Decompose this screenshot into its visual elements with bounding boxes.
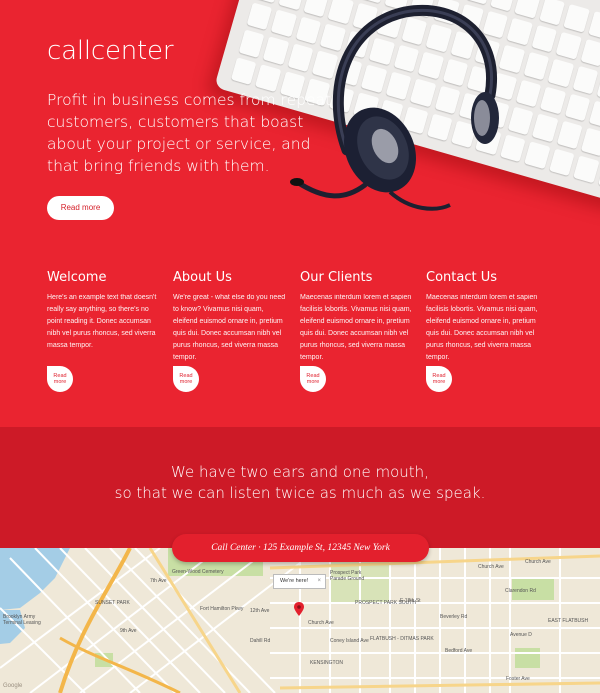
feature-welcome: Welcome Here's an example text that does… xyxy=(47,270,162,352)
map-label: 9th Ave xyxy=(120,628,137,634)
feature-title: Contact Us xyxy=(426,270,497,285)
map-label: E 18th St xyxy=(400,598,421,604)
address-banner: Call Center · 125 Example St, 12345 New … xyxy=(172,534,429,562)
site-logo[interactable]: callcenter xyxy=(47,36,174,66)
map-attribution[interactable]: Google xyxy=(3,683,22,689)
map-label: FLATBUSH - DITMAS PARK xyxy=(370,636,434,642)
map-label: Coney Island Ave xyxy=(330,638,369,644)
map-label: KENSINGTON xyxy=(310,660,343,666)
quote-band: We have two ears and one mouth, so that … xyxy=(0,427,600,548)
map-info-bubble: We're here! × xyxy=(273,574,326,589)
close-icon[interactable]: × xyxy=(317,575,321,588)
map-label: Clarendon Rd xyxy=(505,588,536,594)
map-label: SUNSET PARK xyxy=(95,600,130,606)
map-streets xyxy=(0,548,600,693)
feature-about-us: About Us We're great - what else do you … xyxy=(173,270,288,364)
contact-us-read-more-button[interactable]: Read more xyxy=(426,366,452,392)
map-label: Bedford Ave xyxy=(445,648,473,654)
hero-section: callcenter Profit in business comes from… xyxy=(0,0,600,250)
map-label: Terminal Leasing xyxy=(3,620,41,626)
hero-read-more-button[interactable]: Read more xyxy=(47,196,114,220)
map-label: Foster Ave xyxy=(506,676,530,682)
feature-text: Maecenas interdum lorem et sapien facili… xyxy=(426,294,538,361)
map-label: Green-Wood Cemetery xyxy=(172,569,224,575)
feature-contact-us: Contact Us Maecenas interdum lorem et sa… xyxy=(426,270,541,364)
about-us-read-more-button[interactable]: Read more xyxy=(173,366,199,392)
our-clients-read-more-button[interactable]: Read more xyxy=(300,366,326,392)
feature-text: We're great - what else do you need to k… xyxy=(173,294,286,361)
map-label: Avenue D xyxy=(510,632,532,638)
hero-tagline: Profit in business comes from repeat cus… xyxy=(47,91,332,175)
map-label: Dahill Rd xyxy=(250,638,271,644)
map-label: Fort Hamilton Pkwy xyxy=(200,606,244,612)
welcome-read-more-button[interactable]: Read more xyxy=(47,366,73,392)
features-section: Welcome Here's an example text that does… xyxy=(0,250,600,427)
map-label: 7th Ave xyxy=(150,578,167,584)
map[interactable]: Brooklyn Army Terminal Leasing SUNSET PA… xyxy=(0,548,600,693)
map-pin-icon[interactable] xyxy=(294,602,304,616)
map-label: Church Ave xyxy=(525,559,551,565)
map-label: 12th Ave xyxy=(250,608,270,614)
feature-title: About Us xyxy=(173,270,232,285)
map-label: Church Ave xyxy=(478,564,504,570)
map-label: Church Ave xyxy=(308,620,334,626)
quote-line-1: We have two ears and one mouth, xyxy=(171,463,429,481)
feature-text: Maecenas interdum lorem et sapien facili… xyxy=(300,294,412,361)
quote-line-2: so that we can listen twice as much as w… xyxy=(114,484,486,502)
map-label: EAST FLATBUSH xyxy=(548,618,589,624)
map-label: Parade Ground xyxy=(330,576,365,582)
feature-our-clients: Our Clients Maecenas interdum lorem et s… xyxy=(300,270,415,364)
map-label: Beverley Rd xyxy=(440,614,468,620)
feature-title: Our Clients xyxy=(300,270,373,285)
feature-title: Welcome xyxy=(47,270,107,285)
feature-text: Here's an example text that doesn't real… xyxy=(47,294,157,349)
map-info-bubble-text: We're here! xyxy=(280,578,309,584)
